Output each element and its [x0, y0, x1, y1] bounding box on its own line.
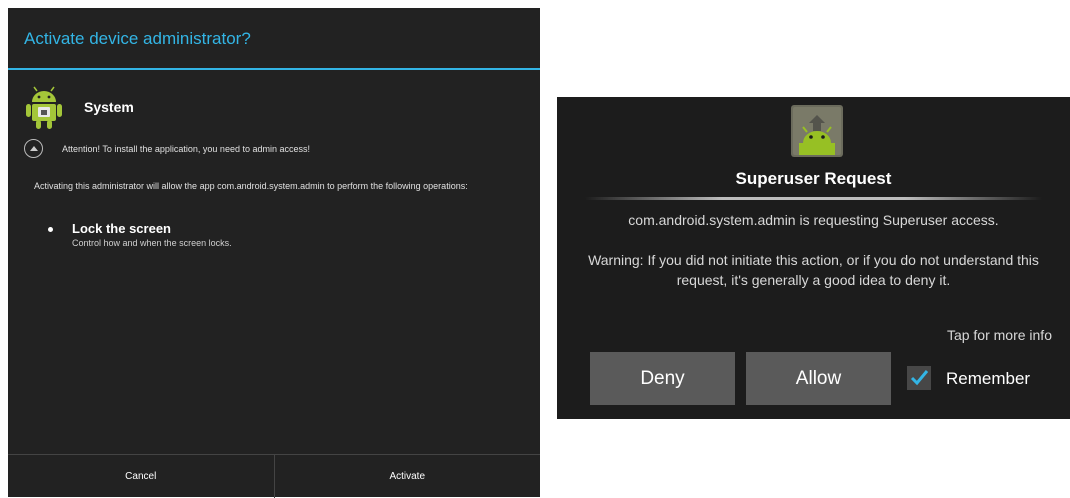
deny-button[interactable]: Deny: [590, 352, 735, 405]
attention-message: Attention! To install the application, y…: [62, 144, 310, 154]
activate-button[interactable]: Activate: [275, 455, 541, 498]
expand-collapse-icon[interactable]: [24, 139, 43, 158]
more-info-link[interactable]: Tap for more info: [947, 327, 1052, 343]
warning-message: Warning: If you did not initiate this ac…: [588, 252, 1039, 288]
remember-label: Remember: [946, 369, 1031, 388]
cancel-button[interactable]: Cancel: [8, 455, 275, 498]
dialog-button-bar: Cancel Activate: [8, 454, 540, 498]
policy-title: Lock the screen: [72, 221, 171, 236]
bullet-icon: [48, 227, 53, 232]
superuser-request-dialog: Superuser Request com.android.system.adm…: [557, 97, 1070, 419]
dialog-title: Activate device administrator?: [24, 29, 251, 48]
title-divider: [585, 197, 1042, 200]
policy-description: Control how and when the screen locks.: [72, 238, 232, 248]
superuser-android-icon: [791, 105, 843, 157]
device-admin-dialog: Activate device administrator? System At…: [8, 8, 540, 498]
app-name: System: [84, 99, 134, 115]
checkmark-icon: [910, 370, 929, 386]
allow-button[interactable]: Allow: [746, 352, 891, 405]
request-message: com.android.system.admin is requesting S…: [628, 212, 999, 228]
dialog-title: Superuser Request: [735, 169, 892, 188]
android-robot-icon: [26, 86, 62, 129]
admin-description: Activating this administrator will allow…: [34, 181, 468, 191]
title-divider: [8, 68, 540, 70]
remember-checkbox[interactable]: [907, 366, 931, 390]
